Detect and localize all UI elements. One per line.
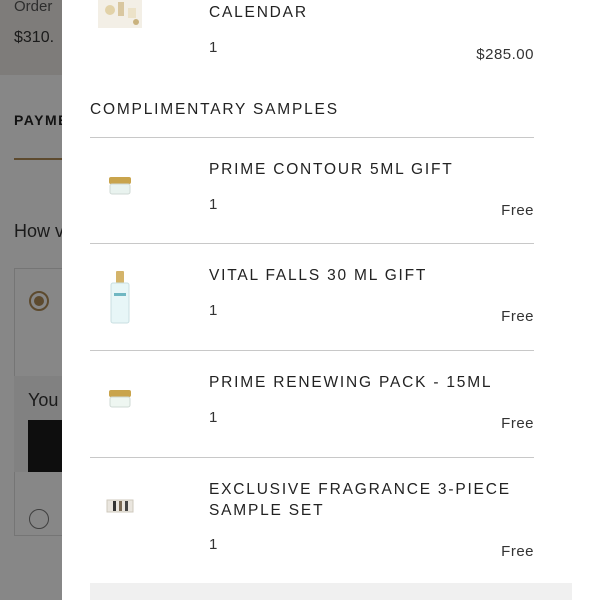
section-title: COMPLIMENTARY SAMPLES (90, 101, 339, 118)
fragrance-set-icon (90, 476, 150, 536)
item-price: $285.00 (476, 46, 534, 63)
sample-name: VITAL FALLS 30 ML GIFT (209, 267, 428, 284)
cart-item: CALENDAR 1 $285.00 (90, 0, 534, 84)
list-item: EXCLUSIVE FRAGRANCE 3-PIECE SAMPLE SET 1… (90, 458, 534, 582)
sample-price: Free (501, 543, 534, 560)
list-item: VITAL FALLS 30 ML GIFT 1 Free (90, 244, 534, 350)
sample-quantity: 1 (209, 409, 218, 426)
calendar-product-icon (90, 0, 150, 44)
sample-quantity: 1 (209, 536, 218, 553)
sample-price: Free (501, 308, 534, 325)
sample-name: EXCLUSIVE FRAGRANCE 3-PIECE SAMPLE SET (209, 481, 511, 519)
list-item: PRIME CONTOUR 5ML GIFT 1 Free (90, 138, 534, 243)
item-name: CALENDAR (209, 4, 308, 21)
cream-jar-icon (90, 156, 150, 216)
sample-price: Free (501, 202, 534, 219)
sample-name: PRIME CONTOUR 5ML GIFT (209, 161, 454, 178)
drawer-footer (90, 583, 572, 600)
list-item: PRIME RENEWING PACK - 15ML 1 Free (90, 351, 534, 457)
cart-drawer: CALENDAR 1 $285.00 COMPLIMENTARY SAMPLES… (62, 0, 600, 600)
bottle-icon (90, 258, 150, 338)
sample-name: PRIME RENEWING PACK - 15ML (209, 374, 493, 391)
sample-quantity: 1 (209, 196, 218, 213)
item-quantity: 1 (209, 39, 218, 56)
cream-jar-icon (90, 369, 150, 429)
sample-price: Free (501, 415, 534, 432)
sample-quantity: 1 (209, 302, 218, 319)
